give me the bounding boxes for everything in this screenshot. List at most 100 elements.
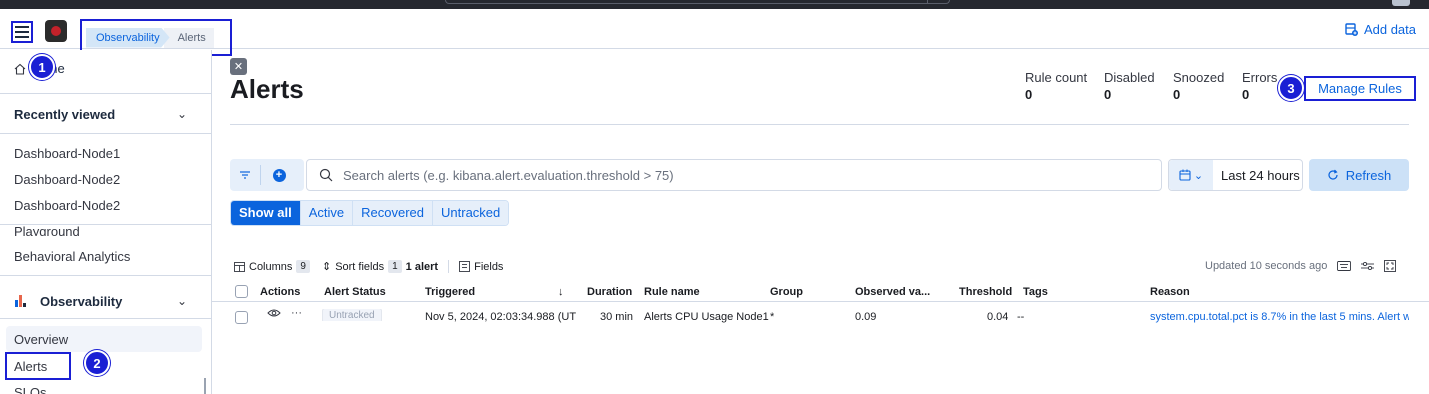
breadcrumb-alerts: Alerts [163, 27, 214, 48]
search-stub-divider [927, 0, 928, 4]
refresh-icon [1328, 169, 1338, 180]
stat-value: 0 [1242, 87, 1250, 102]
observed-cell: 0.09 [855, 311, 877, 323]
home-icon [14, 63, 26, 75]
sidebar-item-overview[interactable]: Overview [14, 332, 68, 347]
stat-label: Errors [1242, 70, 1278, 85]
col-alert-status[interactable]: Alert Status [324, 286, 386, 298]
sort-icon: ⇕ [321, 261, 332, 273]
observability-title[interactable]: Observability [40, 294, 122, 309]
sort-fields-button[interactable]: Sort fields [335, 261, 384, 273]
search-input[interactable]: Search alerts (e.g. kibana.alert.evaluat… [306, 159, 1162, 191]
stat-snoozed: Snoozed 0 [1173, 70, 1224, 102]
top-bar [0, 0, 1429, 9]
logo-mark-icon [51, 26, 61, 36]
sidebar-item-dashboard-node1[interactable]: Dashboard-Node1 [14, 146, 120, 161]
fullscreen-icon[interactable] [1384, 260, 1397, 272]
sort-count: 1 [388, 260, 402, 273]
sidebar-item-dashboard-node2[interactable]: Dashboard-Node2 [14, 172, 120, 187]
add-filter-button[interactable]: + [261, 159, 297, 191]
add-data-label: Add data [1363, 22, 1416, 37]
chevron-down-icon[interactable]: ⌄ [177, 294, 187, 308]
more-actions-icon[interactable]: ··· [291, 307, 302, 319]
columns-count: 9 [296, 260, 310, 273]
status-badge: Untracked [322, 309, 382, 321]
stat-rule-count: Rule count 0 [1025, 70, 1087, 102]
sidebar-scrollbar[interactable] [204, 378, 206, 394]
manage-rules-button[interactable]: Manage Rules [1304, 76, 1416, 101]
main-content: ✕ Alerts Rule count 0 Disabled 0 Snoozed… [212, 50, 1429, 394]
sidebar-divider [0, 133, 211, 134]
col-observed-value[interactable]: Observed va... [855, 286, 935, 298]
filter-icon [240, 171, 250, 179]
reason-link[interactable]: system.cpu.total.pct is 8.7% in the last… [1150, 311, 1409, 323]
col-triggered[interactable]: Triggered [425, 286, 475, 298]
header-divider [230, 124, 1409, 125]
app-logo[interactable] [45, 20, 67, 42]
plus-icon: + [272, 168, 286, 182]
col-actions[interactable]: Actions [260, 286, 300, 298]
select-all-checkbox[interactable] [235, 285, 248, 298]
sidebar-item-alerts[interactable]: Alerts [14, 359, 47, 374]
columns-button[interactable]: Columns [249, 261, 292, 273]
global-search-stub[interactable] [445, 0, 950, 4]
triggered-cell: Nov 5, 2024, 02:03:34.988 (UT [425, 311, 577, 323]
duration-cell: 30 min [600, 311, 634, 323]
stat-label: Snoozed [1173, 70, 1225, 85]
fields-icon [459, 261, 471, 272]
group-cell: * [770, 311, 775, 323]
table-row[interactable]: ··· Untracked Nov 5, 2024, 02:03:34.988 … [212, 306, 1429, 330]
stat-label: Disabled [1104, 70, 1155, 85]
user-avatar-stub[interactable] [1392, 0, 1410, 6]
menu-toggle-button[interactable] [11, 21, 33, 43]
keyboard-icon[interactable] [1337, 261, 1352, 271]
date-quick-menu-button[interactable]: ⌄ [1169, 160, 1213, 190]
col-duration[interactable]: Duration [587, 286, 632, 298]
hamburger-icon [15, 26, 29, 38]
search-placeholder: Search alerts (e.g. kibana.alert.evaluat… [343, 167, 674, 183]
sort-arrow-icon[interactable]: ↓ [558, 286, 564, 298]
close-icon[interactable]: ✕ [230, 58, 247, 75]
table-header: Actions Alert Status Triggered ↓ Duratio… [212, 282, 1429, 302]
col-group[interactable]: Group [770, 286, 803, 298]
grid-toolbar-right: Updated 10 seconds ago [1205, 260, 1397, 272]
page-title: Alerts [230, 74, 304, 104]
refresh-button[interactable]: Refresh [1309, 159, 1409, 191]
columns-icon [234, 261, 245, 272]
sidebar-item-dashboard-node2-b[interactable]: Dashboard-Node2 [14, 198, 120, 213]
database-plus-icon [1345, 23, 1358, 36]
breadcrumb-observability[interactable]: Observability [86, 27, 170, 48]
observability-icon [15, 295, 26, 307]
sidebar-item-behavioral-analytics[interactable]: Behavioral Analytics [14, 249, 130, 264]
filter-options-button[interactable] [230, 159, 260, 191]
col-threshold[interactable]: Threshold [959, 286, 1012, 298]
updated-text: Updated 10 seconds ago [1205, 260, 1328, 272]
sidebar-item-playground[interactable]: Playground [14, 224, 80, 236]
tab-untracked[interactable]: Untracked [433, 201, 509, 225]
sidebar-item-slos[interactable]: SLOs [14, 385, 47, 394]
fields-button[interactable]: Fields [474, 261, 503, 273]
col-tags[interactable]: Tags [1023, 286, 1048, 298]
app-header: Observability Alerts Add data [0, 9, 1429, 56]
tab-recovered[interactable]: Recovered [353, 201, 434, 225]
threshold-cell: 0.04 [987, 311, 1009, 323]
alert-count: 1 alert [405, 260, 439, 273]
status-cell: Untracked [322, 309, 382, 321]
date-picker[interactable]: ⌄ Last 24 hours [1168, 159, 1303, 191]
stat-label: Rule count [1025, 70, 1088, 85]
col-reason[interactable]: Reason [1150, 286, 1190, 298]
grid-toolbar: Columns 9 ⇕ Sort fields 1 1 alert Fields [234, 260, 503, 273]
col-rule-name[interactable]: Rule name [644, 286, 700, 298]
add-data-link[interactable]: Add data [1345, 22, 1416, 37]
annotation-badge-1: 1 [29, 54, 55, 80]
tab-active[interactable]: Active [300, 201, 354, 225]
filter-group: + [230, 159, 304, 191]
chevron-down-icon[interactable]: ⌄ [177, 107, 187, 121]
display-settings-icon[interactable] [1361, 261, 1375, 271]
tab-show-all[interactable]: Show all [231, 201, 301, 225]
view-details-icon[interactable] [267, 308, 281, 321]
row-checkbox[interactable] [235, 311, 248, 324]
annotation-badge-2: 2 [84, 350, 110, 376]
stat-value: 0 [1104, 87, 1112, 102]
recently-viewed-title[interactable]: Recently viewed [14, 107, 115, 122]
